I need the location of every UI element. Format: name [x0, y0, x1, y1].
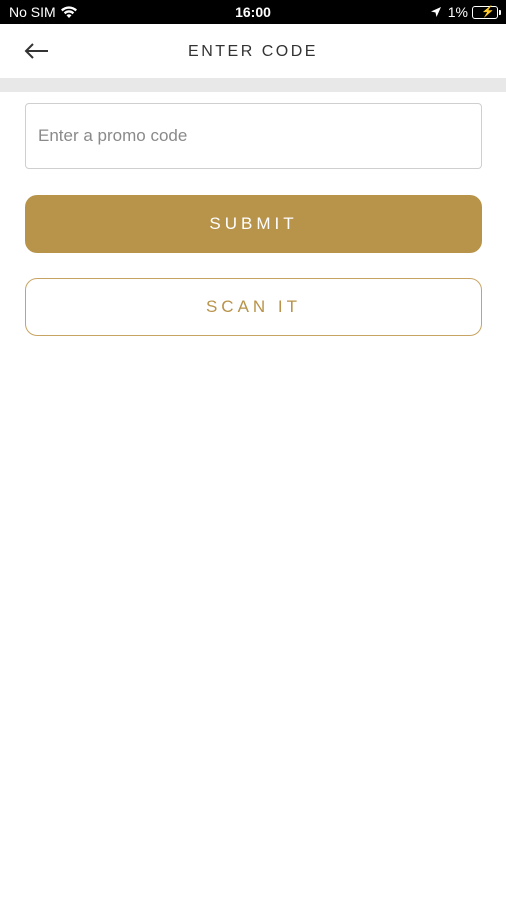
promo-code-input[interactable]	[25, 103, 482, 169]
nav-bar: ENTER CODE	[0, 24, 506, 78]
charging-bolt-icon: ⚡	[481, 5, 495, 18]
header-divider	[0, 78, 506, 92]
status-bar-right: 1% ⚡	[430, 4, 501, 20]
battery-icon: ⚡	[472, 5, 501, 19]
page-title: ENTER CODE	[188, 43, 318, 60]
scan-it-button[interactable]: SCAN IT	[25, 278, 482, 336]
status-bar: No SIM 16:00 1% ⚡	[0, 0, 506, 24]
location-arrow-icon	[430, 7, 441, 17]
battery-percentage: 1%	[447, 4, 468, 20]
submit-button[interactable]: SUBMIT	[25, 195, 482, 253]
